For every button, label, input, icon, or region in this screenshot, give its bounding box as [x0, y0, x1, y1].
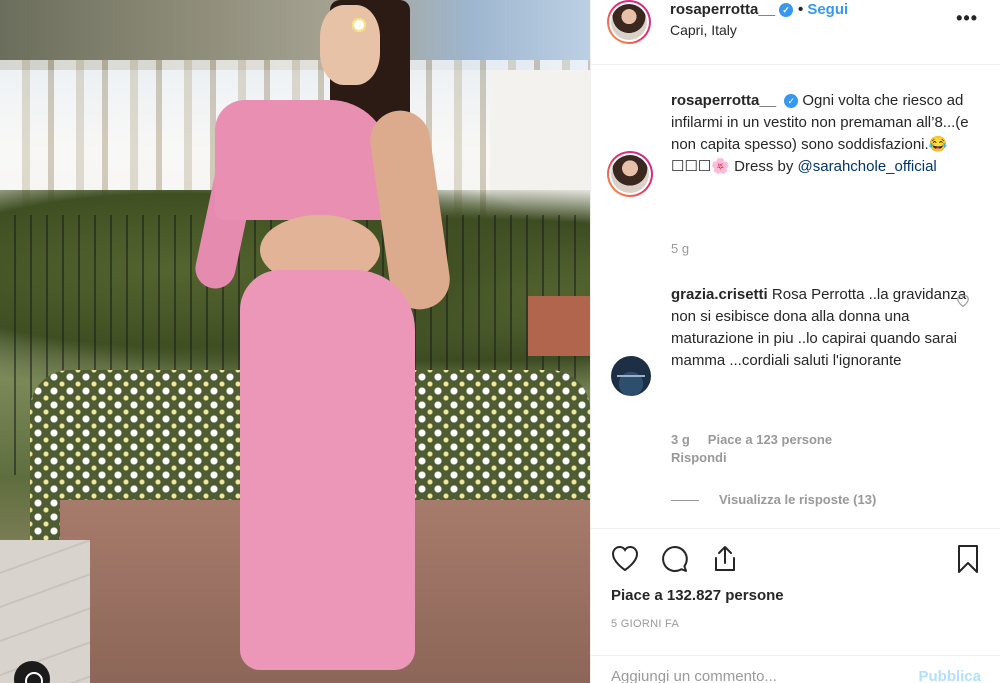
heart-icon[interactable]: [609, 543, 641, 575]
comment-meta: 3 g Piace a 123 persone: [671, 432, 832, 447]
post-side-panel: rosaperrotta__ ✓ • Segui Capri, Italy ••• r…: [590, 0, 1000, 683]
post-photo[interactable]: [0, 0, 590, 683]
add-comment-bar: Pubblica: [591, 655, 1000, 683]
comment-time[interactable]: 3 g: [671, 432, 690, 447]
caption: rosaperrotta__ ✓ Ogni volta che riesco a…: [671, 90, 971, 178]
follow-button[interactable]: Segui: [807, 1, 848, 18]
replies-divider: [671, 500, 699, 502]
comment-input[interactable]: [611, 668, 901, 683]
header-avatar[interactable]: [607, 0, 651, 44]
photo-woman: [191, 0, 480, 683]
post-actions: Piace a 132.827 persone 5 GIORNI FA: [591, 528, 1000, 648]
comment-icon[interactable]: [659, 543, 691, 575]
post-time[interactable]: 5 GIORNI FA: [611, 618, 679, 630]
header-location[interactable]: Capri, Italy: [670, 22, 737, 38]
comment: grazia.crisetti Rosa Perrotta ..la gravi…: [671, 284, 971, 372]
bookmark-icon[interactable]: [952, 543, 984, 575]
caption-mention[interactable]: @sarahchole_official: [798, 158, 937, 175]
post-header: rosaperrotta__ ✓ • Segui Capri, Italy •••: [591, 0, 1000, 65]
photo-floor: [0, 540, 90, 683]
header-dot: •: [798, 1, 804, 18]
heart-small-icon[interactable]: [956, 294, 970, 310]
caption-username[interactable]: rosaperrotta__: [671, 92, 776, 109]
header-username-line: rosaperrotta__ ✓ • Segui: [670, 1, 848, 18]
caption-time[interactable]: 5 g: [671, 241, 689, 256]
caption-avatar[interactable]: [607, 151, 653, 197]
hair-flower: [352, 18, 366, 32]
likes-count[interactable]: Piace a 132.827 persone: [611, 587, 784, 604]
reply-button[interactable]: Rispondi: [671, 450, 727, 465]
header-username[interactable]: rosaperrotta__: [670, 1, 775, 18]
comment-avatar[interactable]: [611, 356, 651, 396]
verified-icon: ✓: [779, 3, 794, 17]
view-replies[interactable]: Visualizza le risposte (13): [671, 492, 876, 507]
comment-username[interactable]: grazia.crisetti: [671, 286, 768, 303]
comments-list[interactable]: rosaperrotta__ ✓ Ogni volta che riesco a…: [591, 66, 1000, 528]
comment-likes[interactable]: Piace a 123 persone: [708, 432, 832, 447]
more-icon[interactable]: •••: [956, 8, 978, 29]
publish-button[interactable]: Pubblica: [918, 668, 981, 683]
photo-planter-right: [528, 296, 590, 356]
view-replies-label[interactable]: Visualizza le risposte (13): [719, 492, 876, 507]
verified-icon: ✓: [784, 94, 799, 108]
share-icon[interactable]: [709, 543, 741, 575]
